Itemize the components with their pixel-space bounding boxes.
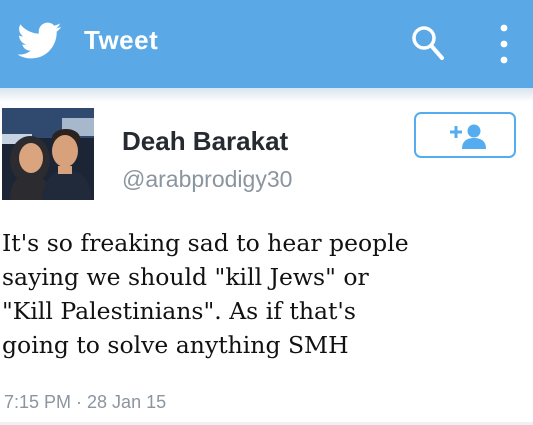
more-vertical-icon[interactable] xyxy=(496,20,512,68)
author-handle[interactable]: @arabprodigy30 xyxy=(122,166,292,193)
app-bar: Tweet xyxy=(0,0,533,88)
tweet-timestamp: 7:15 PM · 28 Jan 15 xyxy=(4,392,167,412)
follow-button[interactable] xyxy=(414,112,516,158)
avatar[interactable] xyxy=(2,108,94,200)
app-bar-shadow xyxy=(0,88,533,102)
search-icon[interactable] xyxy=(410,24,446,62)
screen-title: Tweet xyxy=(84,25,159,55)
tweet-text: It's so freaking sad to hear people sayi… xyxy=(2,229,409,359)
twitter-bird-icon xyxy=(18,22,62,59)
author-name[interactable]: Deah Barakat xyxy=(122,126,288,157)
add-user-icon xyxy=(450,124,486,149)
